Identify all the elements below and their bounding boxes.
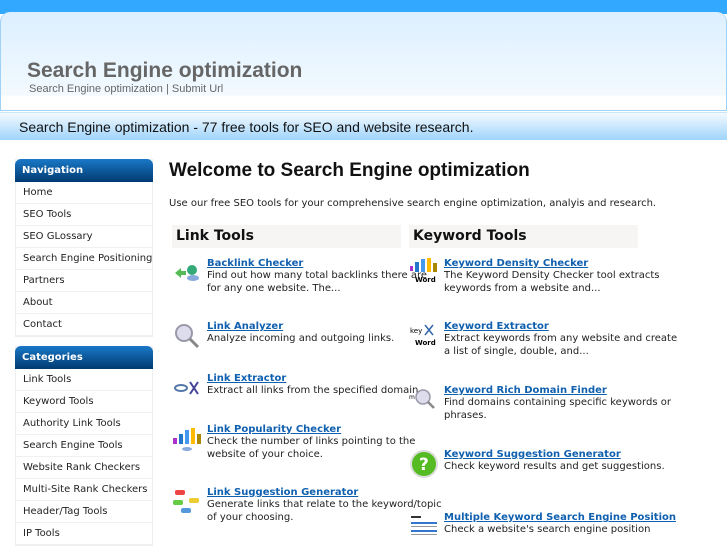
nav-item[interactable]: Home xyxy=(16,182,152,204)
nav-item[interactable]: Search Engine Positioning xyxy=(16,248,152,270)
category-item[interactable]: Keyword Tools xyxy=(16,391,152,413)
tool-link[interactable]: Link Extractor xyxy=(207,373,442,385)
tool-description: Check keyword results and get suggestion… xyxy=(444,461,665,472)
backlink-icon[interactable] xyxy=(172,258,202,288)
nav-item[interactable]: Partners xyxy=(16,270,152,292)
svg-text:Word: Word xyxy=(415,276,436,284)
tool-item: Word Keyword Density Checker The Keyword… xyxy=(410,258,679,295)
category-item[interactable]: Authority Link Tools xyxy=(16,413,152,435)
navigation-heading: Navigation xyxy=(15,159,153,182)
svg-text:key: key xyxy=(410,327,422,335)
serp-icon[interactable] xyxy=(409,512,439,542)
tool-description: Check the number of links pointing to th… xyxy=(207,436,416,460)
category-item[interactable]: Header/Tag Tools xyxy=(16,501,152,523)
scissors-link-icon[interactable] xyxy=(172,373,202,403)
tool-link[interactable]: Keyword Suggestion Generator xyxy=(444,449,679,461)
bar-chart-icon[interactable] xyxy=(172,424,202,454)
page-title: Welcome to Search Engine optimization xyxy=(169,160,530,181)
tool-item: Multiple Keyword Search Engine Position … xyxy=(411,512,679,537)
domain-magnifier-icon[interactable]: m xyxy=(409,385,439,415)
tool-description: The Keyword Density Checker tool extract… xyxy=(444,270,660,294)
tool-link[interactable]: Link Suggestion Generator xyxy=(207,487,442,499)
tool-item: Link Analyzer Analyze incoming and outgo… xyxy=(175,321,442,349)
tool-item: Link Popularity Checker Check the number… xyxy=(173,424,442,461)
keyword-scissors-icon[interactable]: key Word xyxy=(409,321,439,351)
categories-heading: Categories xyxy=(15,346,153,369)
category-item[interactable]: Website Rank Checkers xyxy=(16,457,152,479)
magnifier-link-icon[interactable] xyxy=(172,321,202,351)
site-header: Search Engine optimization Search Engine… xyxy=(0,12,727,111)
category-item[interactable]: Link Tools xyxy=(16,369,152,391)
nav-item[interactable]: SEO GLossary xyxy=(16,226,152,248)
keyword-chart-icon[interactable]: Word xyxy=(409,258,439,288)
tool-link[interactable]: Link Popularity Checker xyxy=(207,424,442,436)
site-title[interactable]: Search Engine optimization xyxy=(27,59,302,83)
question-icon[interactable]: ? xyxy=(409,449,439,479)
keyword-tools-heading: Keyword Tools xyxy=(409,225,638,248)
category-item[interactable]: Search Engine Tools xyxy=(16,435,152,457)
link-tools-heading: Link Tools xyxy=(172,225,401,248)
tool-link[interactable]: Keyword Rich Domain Finder xyxy=(444,385,679,397)
tool-item: ? Keyword Suggestion Generator Check key… xyxy=(410,449,679,478)
svg-text:?: ? xyxy=(419,455,429,475)
tool-link[interactable]: Keyword Extractor xyxy=(444,321,679,333)
intro-text: Use our free SEO tools for your comprehe… xyxy=(169,198,657,209)
tool-description: Extract keywords from any website and cr… xyxy=(444,333,678,357)
tool-link[interactable]: Keyword Density Checker xyxy=(444,258,679,270)
separator: | xyxy=(165,83,169,95)
tagline: Search Engine optimization - 77 free too… xyxy=(19,119,474,135)
tool-item: Link Extractor Extract all links from th… xyxy=(174,373,442,398)
tool-item: key Word Keyword Extractor Extract keywor… xyxy=(410,321,679,358)
tool-link[interactable]: Multiple Keyword Search Engine Position xyxy=(444,512,679,524)
nav-item[interactable]: SEO Tools xyxy=(16,204,152,226)
svg-text:Word: Word xyxy=(415,339,436,347)
tagline-banner: Search Engine optimization - 77 free too… xyxy=(0,112,727,140)
categories-box: Categories Link Tools Keyword Tools Author… xyxy=(15,346,153,546)
tool-description: Analyze incoming and outgoing links. xyxy=(207,333,395,344)
subnav-submit-url-link[interactable]: Submit Url xyxy=(172,83,223,95)
nav-item[interactable]: Contact xyxy=(16,314,152,336)
tool-description: Find domains containing specific keyword… xyxy=(444,397,671,421)
svg-text:m: m xyxy=(409,394,415,401)
tool-item: m Keyword Rich Domain Finder Find domain… xyxy=(409,385,679,422)
category-item[interactable]: Multi-Site Rank Checkers xyxy=(16,479,152,501)
category-item[interactable]: IP Tools xyxy=(16,523,152,545)
tool-link[interactable]: Link Analyzer xyxy=(207,321,442,333)
tool-description: Find out how many total backlinks there … xyxy=(207,270,428,294)
nav-item[interactable]: About xyxy=(16,292,152,314)
links-icon[interactable] xyxy=(172,487,202,517)
navigation-box: Navigation Home SEO Tools SEO GLossary Sear… xyxy=(15,159,153,337)
tool-item: Backlink Checker Find out how many total… xyxy=(175,258,442,295)
tool-item: Link Suggestion Generator Generate links… xyxy=(173,487,442,524)
tool-link[interactable]: Backlink Checker xyxy=(207,258,442,270)
header-subnav: Search Engine optimization | Submit Url xyxy=(29,83,223,95)
tool-description: Generate links that relate to the keywor… xyxy=(207,499,442,523)
tool-description: Check a website's search engine position xyxy=(444,524,651,535)
subnav-home-link[interactable]: Search Engine optimization xyxy=(29,83,163,95)
tool-description: Extract all links from the specified dom… xyxy=(207,385,422,396)
